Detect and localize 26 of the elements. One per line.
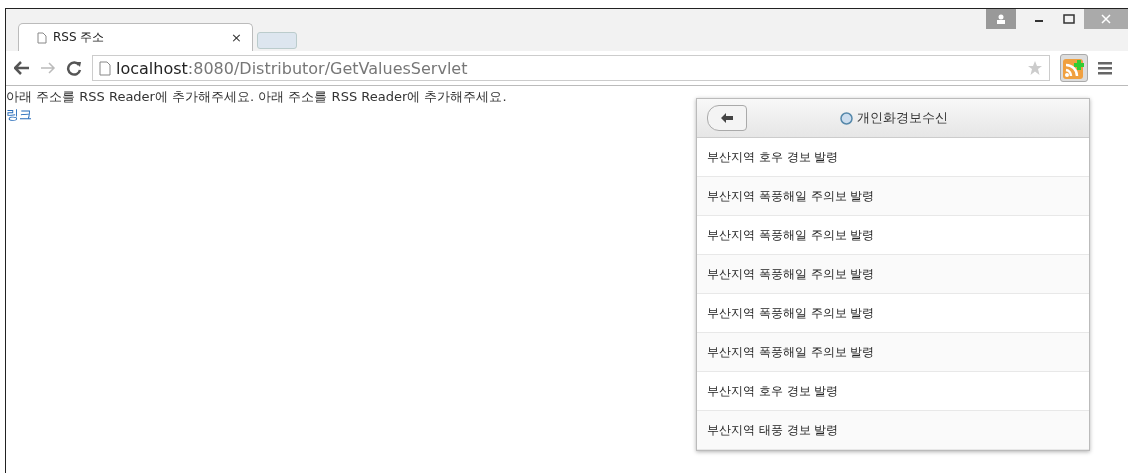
- back-icon[interactable]: [14, 61, 30, 75]
- browser-tab[interactable]: RSS 주소 ×: [18, 23, 253, 51]
- rss-add-icon: [1063, 57, 1085, 79]
- tab-close-button[interactable]: ×: [231, 30, 242, 45]
- back-arrow-icon: [721, 113, 733, 123]
- reload-icon[interactable]: [66, 60, 82, 76]
- menu-icon[interactable]: [1098, 61, 1114, 75]
- close-icon: [1101, 14, 1111, 24]
- back-button[interactable]: [707, 105, 747, 131]
- page-icon: [99, 60, 111, 76]
- alert-item[interactable]: 부산지역 폭풍해일 주의보 발령: [697, 177, 1089, 216]
- alert-item[interactable]: 부산지역 태풍 경보 발령: [697, 411, 1089, 450]
- globe-icon: [840, 111, 853, 125]
- star-icon[interactable]: [1027, 60, 1043, 76]
- popup-title: 개인화경보수신: [857, 109, 948, 127]
- url-text: localhost:8080/Distributor/GetValuesServlet: [116, 58, 468, 78]
- profile-button[interactable]: [986, 9, 1016, 29]
- tab-title: RSS 주소: [53, 29, 106, 46]
- link[interactable]: 링크: [6, 106, 32, 124]
- instruction-text: 아래 주소를 RSS Reader에 추가해주세요. 아래 주소를 RSS Reader에 추가해주세요.: [6, 88, 508, 106]
- address-bar[interactable]: localhost:8080/Distributor/GetValuesServlet: [92, 55, 1050, 81]
- page-icon: [37, 31, 47, 44]
- person-icon: [996, 14, 1006, 24]
- alert-item[interactable]: 부산지역 폭풍해일 주의보 발령: [697, 255, 1089, 294]
- alert-item[interactable]: 부산지역 폭풍해일 주의보 발령: [697, 333, 1089, 372]
- maximize-icon: [1063, 14, 1075, 24]
